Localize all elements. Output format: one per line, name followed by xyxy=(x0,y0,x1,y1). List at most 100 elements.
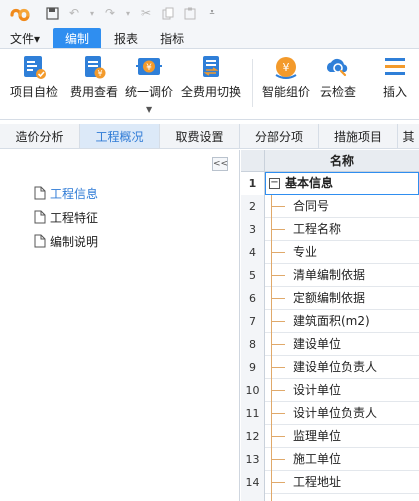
table-row[interactable]: 10 设计单位 xyxy=(241,379,419,402)
redo-icon[interactable]: ↷ xyxy=(102,5,118,21)
smart-pricing-button[interactable]: ¥ 智能组价 xyxy=(262,53,310,100)
collapse-group-icon[interactable]: − xyxy=(269,178,280,189)
name-cell[interactable]: 专业 xyxy=(265,241,419,264)
tree-line xyxy=(271,494,272,501)
title-bar: ↶ ▾ ↷ ▾ ✂ ⩡ xyxy=(0,0,419,26)
svg-text:¥: ¥ xyxy=(146,63,152,73)
cell-text: 设计单位负责人 xyxy=(293,406,378,420)
ribbon-toolbar: 项目自检 ¥ 费用查看 ¥ 统一调价 全费用切换 ¥ 智能组价 云检查 插入 ▼ xyxy=(0,48,419,120)
project-self-check-button[interactable]: 项目自检 xyxy=(10,53,58,100)
table-row[interactable]: 1− 基本信息 xyxy=(241,172,419,195)
cell-text: 建设单位 xyxy=(293,337,342,351)
row-number[interactable]: 6 xyxy=(241,287,265,310)
row-number[interactable]: 13 xyxy=(241,448,265,471)
table-row[interactable]: 3 工程名称 xyxy=(241,218,419,241)
row-number[interactable]: 12 xyxy=(241,425,265,448)
customize-toolbar-icon[interactable]: ⩡ xyxy=(204,5,220,21)
grid-corner[interactable] xyxy=(241,150,265,172)
row-number[interactable]: 10 xyxy=(241,379,265,402)
cut-icon[interactable]: ✂ xyxy=(138,5,154,21)
table-row[interactable]: 11 设计单位负责人 xyxy=(241,402,419,425)
table-row[interactable]: 7 建筑面积(m2) xyxy=(241,310,419,333)
name-cell[interactable]: 设计单位负责人 xyxy=(265,402,419,425)
redo-dropdown-icon[interactable]: ▾ xyxy=(124,5,132,21)
table-row[interactable]: 12 监理单位 xyxy=(241,425,419,448)
undo-icon[interactable]: ↶ xyxy=(66,5,82,21)
row-number[interactable]: 8 xyxy=(241,333,265,356)
document-icon xyxy=(34,186,46,200)
row-number[interactable]: 5 xyxy=(241,264,265,287)
tree-item-project-info[interactable]: 工程信息 xyxy=(34,184,98,202)
row-number[interactable]: 14 xyxy=(241,471,265,494)
tab-cost-analysis[interactable]: 造价分析 xyxy=(0,124,80,148)
copy-icon[interactable] xyxy=(160,5,176,21)
undo-dropdown-icon[interactable]: ▾ xyxy=(88,5,96,21)
paste-icon[interactable] xyxy=(182,5,198,21)
tab-sub-items[interactable]: 分部分项 xyxy=(240,124,319,148)
name-cell[interactable]: 建设单位 xyxy=(265,333,419,356)
row-number[interactable]: 2 xyxy=(241,195,265,218)
switch-cost-icon xyxy=(203,56,219,77)
price-adjust-dropdown-icon[interactable]: ▼ xyxy=(146,105,152,114)
name-cell[interactable]: 设计单位 xyxy=(265,379,419,402)
name-cell[interactable]: 定额编制依据 xyxy=(265,287,419,310)
name-cell[interactable]: 建筑面积(m2) xyxy=(265,310,419,333)
table-row[interactable]: 13 施工单位 xyxy=(241,448,419,471)
save-icon[interactable] xyxy=(44,5,60,21)
full-cost-switch-label: 全费用切换 xyxy=(181,85,242,99)
table-row[interactable]: 8 建设单位 xyxy=(241,333,419,356)
tab-project-overview[interactable]: 工程概况 xyxy=(80,124,160,148)
table-row[interactable]: 15 xyxy=(241,494,419,501)
tab-measures[interactable]: 措施项目 xyxy=(319,124,398,148)
name-cell[interactable]: 工程地址 xyxy=(265,471,419,494)
view-tabs: 造价分析 工程概况 取费设置 分部分项 措施项目 其 xyxy=(0,124,419,149)
tree-branch-line xyxy=(271,206,285,207)
tree-item-compile-notes[interactable]: 编制说明 xyxy=(34,232,98,250)
table-row[interactable]: 5 清单编制依据 xyxy=(241,264,419,287)
full-cost-switch-button[interactable]: 全费用切换 xyxy=(181,53,241,100)
menu-compile[interactable]: 编制 xyxy=(53,28,102,48)
row-number[interactable]: 7 xyxy=(241,310,265,333)
name-cell[interactable]: 监理单位 xyxy=(265,425,419,448)
name-cell[interactable]: 工程名称 xyxy=(265,218,419,241)
cloud-check-button[interactable]: 云检查 xyxy=(320,53,356,100)
row-number[interactable]: 11 xyxy=(241,402,265,425)
tab-fee-settings[interactable]: 取费设置 xyxy=(160,124,240,148)
tree-branch-line xyxy=(271,482,285,483)
name-cell[interactable]: − 基本信息 xyxy=(265,172,419,195)
table-row[interactable]: 6 定额编制依据 xyxy=(241,287,419,310)
name-cell[interactable] xyxy=(265,494,419,501)
row-number[interactable]: 3 xyxy=(241,218,265,241)
name-cell[interactable]: 清单编制依据 xyxy=(265,264,419,287)
table-row[interactable]: 4 专业 xyxy=(241,241,419,264)
menu-bar: 文件▾ 编制 报表 指标 xyxy=(0,26,419,48)
insert-button[interactable]: 插入 xyxy=(381,53,409,100)
cell-text: 专业 xyxy=(293,245,318,259)
row-number[interactable]: 15 xyxy=(241,494,265,501)
menu-file[interactable]: 文件▾ xyxy=(4,28,49,48)
menu-report[interactable]: 报表 xyxy=(105,28,147,48)
tree-item-project-features[interactable]: 工程特征 xyxy=(34,208,98,226)
row-number[interactable]: 1 xyxy=(241,172,265,195)
column-header-name[interactable]: 名称 xyxy=(265,150,419,172)
tree-item-label: 工程特征 xyxy=(50,210,99,225)
table-row[interactable]: 14 工程地址 xyxy=(241,471,419,494)
table-row[interactable]: 9 建设单位负责人 xyxy=(241,356,419,379)
name-cell[interactable]: 施工单位 xyxy=(265,448,419,471)
tab-other[interactable]: 其 xyxy=(398,124,419,148)
table-row[interactable]: 2 合同号 xyxy=(241,195,419,218)
collapse-panel-button[interactable]: << xyxy=(212,157,228,171)
name-cell[interactable]: 建设单位负责人 xyxy=(265,356,419,379)
insert-label: 插入 xyxy=(382,85,407,99)
name-cell[interactable]: 合同号 xyxy=(265,195,419,218)
cost-view-button[interactable]: ¥ 费用查看 xyxy=(70,53,118,100)
cell-text: 施工单位 xyxy=(293,452,342,466)
row-number[interactable]: 4 xyxy=(241,241,265,264)
unified-price-adjust-button[interactable]: ¥ 统一调价 xyxy=(125,53,173,100)
cell-text: 建筑面积(m2) xyxy=(293,314,370,328)
row-number[interactable]: 9 xyxy=(241,356,265,379)
cell-text: 建设单位负责人 xyxy=(293,360,378,374)
tree-branch-line xyxy=(271,436,285,437)
cost-view-label: 费用查看 xyxy=(70,85,119,99)
menu-index[interactable]: 指标 xyxy=(151,28,193,48)
